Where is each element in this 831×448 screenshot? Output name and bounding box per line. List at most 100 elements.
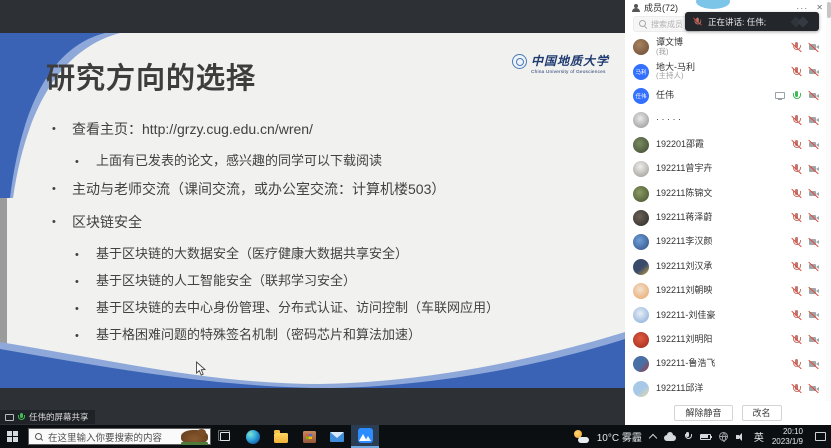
close-icon[interactable]: ✕ bbox=[816, 3, 823, 12]
member-row[interactable]: 马利 地大-马利(主持人) bbox=[625, 59, 826, 83]
battery-icon[interactable] bbox=[700, 434, 711, 440]
member-row[interactable]: 谭文博(我) bbox=[625, 35, 826, 59]
avatar bbox=[633, 283, 649, 299]
camera-off-icon[interactable] bbox=[808, 261, 819, 272]
windows-start-button[interactable] bbox=[7, 431, 18, 442]
member-name: 192211刘朝映 bbox=[656, 286, 712, 296]
mic-muted-icon[interactable] bbox=[791, 42, 802, 53]
mic-muted-icon[interactable] bbox=[791, 115, 802, 126]
camera-off-icon[interactable] bbox=[808, 90, 819, 101]
member-row[interactable]: 192211刘朝映 bbox=[625, 279, 826, 303]
mic-muted-icon[interactable] bbox=[791, 286, 802, 297]
search-highlight-ox-image[interactable] bbox=[181, 430, 208, 444]
member-row[interactable]: 192211曾宇卉 bbox=[625, 157, 826, 181]
store-icon bbox=[303, 431, 316, 443]
member-list: 谭文博(我) 马利 地大-马利(主持人) 任伟 任伟 · · · · · 192… bbox=[625, 35, 826, 401]
mouse-cursor bbox=[195, 361, 207, 377]
member-name: 任伟 bbox=[656, 91, 674, 101]
mic-muted-icon[interactable] bbox=[791, 359, 802, 370]
network-icon[interactable] bbox=[719, 432, 728, 441]
ime-indicator[interactable]: 英 bbox=[754, 429, 764, 444]
camera-off-icon[interactable] bbox=[808, 66, 819, 77]
cloud-sync-icon[interactable] bbox=[664, 435, 676, 441]
screen-share-banner[interactable]: 任伟的屏幕共享 bbox=[0, 410, 95, 424]
mic-muted-icon[interactable] bbox=[791, 237, 802, 248]
rename-button[interactable]: 改名 bbox=[742, 405, 782, 421]
member-row[interactable]: 192211陈锦文 bbox=[625, 181, 826, 205]
member-row[interactable]: 192211李汉颜 bbox=[625, 230, 826, 254]
meeting-app-button[interactable] bbox=[351, 425, 379, 448]
member-row[interactable]: 192211刘汉承 bbox=[625, 255, 826, 279]
avatar bbox=[633, 332, 649, 348]
bullet-item: 基于区块链的人工智能安全（联邦学习安全） bbox=[0, 274, 625, 289]
member-row[interactable]: 192201邵霞 bbox=[625, 133, 826, 157]
members-panel-footer: 解除静音 改名 bbox=[625, 401, 831, 425]
mic-muted-icon[interactable] bbox=[791, 310, 802, 321]
mic-muted-icon[interactable] bbox=[791, 383, 802, 394]
microsoft-store-button[interactable] bbox=[295, 425, 323, 448]
camera-off-icon[interactable] bbox=[808, 334, 819, 345]
mic-speaking-icon[interactable] bbox=[791, 90, 802, 101]
taskbar-search-placeholder: 在这里输入你要搜索的内容 bbox=[48, 430, 162, 444]
member-role: (我) bbox=[656, 48, 683, 56]
share-monitor-icon bbox=[4, 413, 13, 422]
bullet-item: 查看主页：http://grzy.cug.edu.cn/wren/ bbox=[0, 121, 625, 137]
avatar: 马利 bbox=[633, 64, 649, 80]
camera-off-icon[interactable] bbox=[808, 359, 819, 370]
bullet-item: 基于区块链的大数据安全（医疗健康大数据共享安全） bbox=[0, 247, 625, 262]
more-options-icon[interactable]: ··· bbox=[796, 3, 808, 13]
camera-off-icon[interactable] bbox=[808, 139, 819, 150]
member-name: 192211-刘佳豪 bbox=[656, 311, 715, 321]
avatar bbox=[633, 112, 649, 128]
mic-muted-icon[interactable] bbox=[791, 188, 802, 199]
member-name: 192211邱洋 bbox=[656, 384, 703, 394]
edge-browser-button[interactable] bbox=[239, 425, 267, 448]
camera-off-icon[interactable] bbox=[808, 286, 819, 297]
camera-off-icon[interactable] bbox=[808, 42, 819, 53]
scrollbar-thumb[interactable] bbox=[827, 2, 831, 18]
camera-off-icon[interactable] bbox=[808, 164, 819, 175]
member-name: 192211蒋泽蔚 bbox=[656, 213, 712, 223]
task-view-button[interactable] bbox=[211, 425, 239, 448]
mic-muted-icon[interactable] bbox=[791, 66, 802, 77]
unmute-button[interactable]: 解除静音 bbox=[674, 405, 732, 421]
avatar bbox=[633, 161, 649, 177]
volume-icon[interactable] bbox=[736, 432, 746, 441]
camera-off-icon[interactable] bbox=[808, 383, 819, 394]
camera-off-icon[interactable] bbox=[808, 188, 819, 199]
search-icon bbox=[639, 20, 647, 28]
slide-bullets: 查看主页：http://grzy.cug.edu.cn/wren/ 上面有已发表… bbox=[0, 121, 625, 343]
mic-muted-icon[interactable] bbox=[791, 334, 802, 345]
member-row[interactable]: 192211邱洋 bbox=[625, 376, 826, 400]
shared-slide: 中国地质大学 China University of Geosciences 研… bbox=[0, 33, 625, 388]
taskbar: 在这里输入你要搜索的内容 10°C 雾霾 英 20:10 2023/1/9 bbox=[0, 425, 831, 448]
camera-off-icon[interactable] bbox=[808, 212, 819, 223]
mic-muted-icon[interactable] bbox=[791, 261, 802, 272]
member-row[interactable]: 任伟 任伟 bbox=[625, 84, 826, 108]
camera-off-icon[interactable] bbox=[808, 237, 819, 248]
weather-text[interactable]: 10°C 雾霾 bbox=[597, 429, 642, 444]
panel-scrollbar[interactable] bbox=[826, 0, 831, 425]
member-row[interactable]: 192211-鲁浩飞 bbox=[625, 352, 826, 376]
mic-muted-icon[interactable] bbox=[791, 139, 802, 150]
mic-muted-icon[interactable] bbox=[791, 212, 802, 223]
mail-button[interactable] bbox=[323, 425, 351, 448]
weather-icon[interactable] bbox=[574, 430, 589, 443]
bullet-text: 基于区块链的去中心身份管理、分布式认证、访问控制（车联网应用） bbox=[96, 301, 499, 316]
mic-muted-icon[interactable] bbox=[791, 164, 802, 175]
camera-off-icon[interactable] bbox=[808, 310, 819, 321]
member-row[interactable]: · · · · · bbox=[625, 108, 826, 132]
tray-mic-icon[interactable] bbox=[684, 431, 692, 442]
clock[interactable]: 20:10 2023/1/9 bbox=[772, 427, 803, 446]
file-explorer-button[interactable] bbox=[267, 425, 295, 448]
taskbar-search-input[interactable]: 在这里输入你要搜索的内容 bbox=[28, 428, 211, 445]
member-row[interactable]: 192211蒋泽蔚 bbox=[625, 206, 826, 230]
bullet-item: 基于区块链的去中心身份管理、分布式认证、访问控制（车联网应用） bbox=[0, 301, 625, 316]
camera-off-icon[interactable] bbox=[808, 115, 819, 126]
notification-center-icon[interactable] bbox=[815, 432, 826, 441]
share-banner-text: 任伟的屏幕共享 bbox=[29, 411, 89, 423]
clock-date: 2023/1/9 bbox=[772, 437, 803, 447]
member-row[interactable]: 192211刘明阳 bbox=[625, 328, 826, 352]
member-row[interactable]: 192211-刘佳豪 bbox=[625, 303, 826, 327]
hidden-icons-chevron-icon[interactable] bbox=[649, 434, 657, 442]
